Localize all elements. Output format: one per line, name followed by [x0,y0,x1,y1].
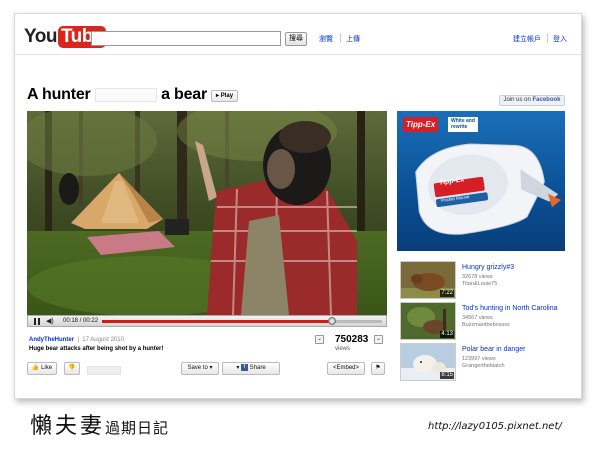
video-title-suffix: a bear [161,86,208,103]
play-button[interactable]: ▸ Play [211,90,239,102]
nav-create-account-link[interactable]: 建立帳戶 [513,34,541,44]
uploader-line: AndyTheHunter | 17 August 2010 [29,337,124,343]
related-author: Buzzmanthebossss [462,322,510,328]
related-duration: 7:22 [440,290,454,297]
blog-signature: 懶夫妻過期日記 [30,408,169,440]
related-title[interactable]: Polar bear in danger [462,346,525,353]
progress-thumb[interactable] [327,317,336,325]
correction-tape-product [415,143,562,235]
tippex-advertisement[interactable]: Tipp-Ex White and rewrite Tipp-Ex Pocket… [397,111,565,251]
chevron-down-icon[interactable]: ⌄ [315,335,324,344]
chevron-down-icon[interactable]: ⌄ [374,335,383,344]
nav-login-link[interactable]: 登入 [553,34,567,44]
logo-you-text: You [24,26,57,47]
player-controls: ◀) 00:18 / 00:22 [27,315,387,327]
time-readout: 00:18 / 00:22 [63,318,99,324]
volume-icon[interactable]: ◀) [46,318,54,325]
thumbs-up-icon: 👍 [31,365,40,371]
nav-upload-link[interactable]: 上傳 [346,34,360,44]
uploader-link[interactable]: AndyTheHunter [29,337,74,343]
related-meta: 32678 views Titan&Louie75 [462,274,497,288]
header-divider [15,54,581,55]
like-button[interactable]: 👍 Like [27,362,57,375]
related-author: Titan&Louie75 [462,281,498,287]
video-title-prefix: A hunter [27,86,91,103]
nav-browse-link[interactable]: 瀏覽 [319,34,333,44]
related-thumbnail[interactable]: 8:15 [400,343,456,381]
save-to-label: Save to [187,365,208,371]
facebook-join-button[interactable]: Join us on Facebook [499,95,565,106]
blog-url: http://lazy0105.pixnet.net/ [428,421,562,432]
related-video[interactable]: 8:15 Polar bear in danger 123997 views G… [400,343,570,383]
embed-button[interactable]: <Embed> [327,362,365,375]
rating-placeholder [87,366,121,375]
video-player[interactable] [27,111,387,315]
screenshot-frame: You Tube 搜尋 瀏覽 上傳 建立帳戶 登入 A hunter a bea… [14,13,582,399]
facebook-icon: f [241,363,248,371]
related-author: Grangerthebiatch [462,363,505,369]
video-scene [27,111,387,315]
search-input[interactable] [91,31,281,46]
flag-icon: ⚑ [375,365,381,371]
related-thumbnail[interactable]: 7:22 [400,261,456,299]
share-button[interactable]: ▾ f Share [222,362,280,375]
title-redacted-blank [94,87,157,102]
related-meta: 123997 views Grangerthebiatch [462,356,505,370]
related-thumbnail[interactable]: 4:13 [400,302,456,340]
play-label: Play [220,93,234,99]
chevron-down-icon: ▾ [236,365,240,371]
progress-bar[interactable] [102,317,382,325]
dislike-button[interactable]: 👎 [64,362,80,375]
current-time: 00:18 [63,318,79,324]
related-views: 32678 views [462,274,493,280]
signature-sub: 過期日記 [105,419,170,437]
share-label: Share [249,365,266,371]
chevron-down-icon: ▾ [209,365,213,371]
related-video[interactable]: 7:22 Hungry grizzly#3 32678 views Titan&… [400,261,570,301]
related-title[interactable]: Hungry grizzly#3 [462,264,514,271]
signature-main: 懶夫妻 [30,414,106,439]
view-count: 750283 [335,334,369,345]
thumbs-down-icon: 👎 [68,365,76,371]
facebook-brand: Facebook [532,97,561,103]
video-title: A hunter a bear [27,86,207,104]
flag-button[interactable]: ⚑ [371,362,385,375]
related-duration: 8:15 [440,372,454,379]
progress-fill [102,320,332,323]
video-description: Huge bear attacks after being shot by a … [29,346,164,352]
nav-divider [340,33,341,43]
related-views: 123997 views [462,356,496,362]
search-button[interactable]: 搜尋 [285,32,307,46]
related-video[interactable]: 4:13 Tod's hunting in North Carolina 345… [400,302,570,342]
facebook-prefix: Join us on [503,97,531,103]
like-label: Like [41,365,53,371]
related-meta: 34567 views Buzzmanthebossss [462,315,510,329]
views-label: views [335,346,351,352]
save-to-button[interactable]: Save to ▾ [181,362,219,375]
nav-divider [547,33,548,43]
pause-icon[interactable] [33,318,41,325]
total-time: 00:22 [83,318,99,324]
related-title[interactable]: Tod's hunting in North Carolina [462,305,558,312]
related-views: 34567 views [462,315,493,321]
upload-date: 17 August 2010 [82,337,124,343]
related-duration: 4:13 [440,331,454,338]
